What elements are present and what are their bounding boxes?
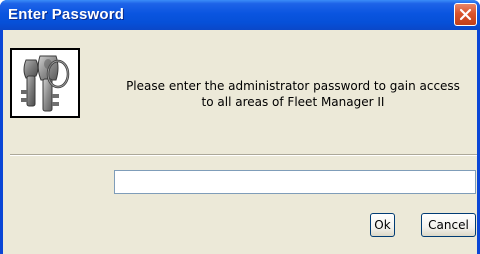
prompt-message-line-1: Please enter the administrator password … bbox=[126, 79, 460, 93]
dialog-body: Please enter the administrator password … bbox=[3, 30, 477, 254]
title-bar[interactable]: Enter Password bbox=[0, 0, 480, 30]
separator-line bbox=[10, 154, 477, 156]
password-input[interactable] bbox=[114, 170, 476, 194]
ok-button[interactable]: Ok bbox=[370, 213, 395, 237]
keys-icon bbox=[21, 55, 70, 112]
window-title: Enter Password bbox=[8, 6, 125, 23]
password-dialog-window: Enter Password Please enter the administ… bbox=[0, 0, 480, 254]
close-icon bbox=[459, 8, 472, 21]
close-button[interactable] bbox=[454, 3, 477, 26]
keys-icon-frame bbox=[10, 48, 80, 118]
prompt-message: Please enter the administrator password … bbox=[108, 78, 478, 110]
cancel-button[interactable]: Cancel bbox=[421, 213, 476, 237]
prompt-message-line-2: to all areas of Fleet Manager II bbox=[201, 95, 385, 109]
